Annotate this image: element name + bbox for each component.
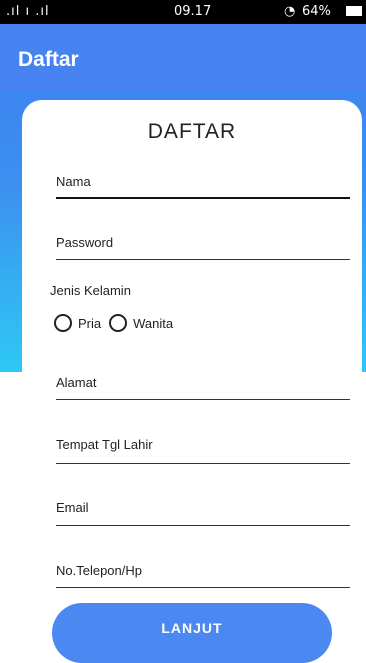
alamat-field[interactable]: Alamat (56, 375, 350, 400)
email-placeholder: Email (56, 500, 89, 515)
nama-field[interactable]: Nama (56, 174, 350, 199)
password-placeholder: Password (56, 235, 114, 250)
tempat-tgl-lahir-placeholder: Tempat Tgl Lahir (56, 437, 153, 452)
form-heading: DAFTAR (147, 120, 237, 143)
alarm-icon: ◔ (284, 4, 296, 19)
alamat-placeholder: Alamat (56, 375, 97, 390)
email-underline (56, 525, 350, 526)
register-card: DAFTAR Nama Password Jenis Kelamin Pria … (22, 100, 362, 663)
lanjut-button[interactable]: LANJUT (52, 603, 332, 663)
radio-pria-label[interactable]: Pria (78, 316, 101, 331)
email-field[interactable]: Email (56, 500, 350, 526)
radio-wanita-label[interactable]: Wanita (133, 316, 173, 331)
nama-underline (56, 197, 350, 199)
tempat-tgl-lahir-field[interactable]: Tempat Tgl Lahir (56, 437, 350, 464)
telepon-placeholder: No.Telepon/Hp (56, 563, 142, 578)
alamat-underline (56, 399, 350, 400)
battery-percent: 64% (302, 4, 331, 19)
signal-icon: .ıl ı .ıl (6, 4, 50, 19)
radio-wanita[interactable] (109, 314, 128, 332)
gender-label: Jenis Kelamin (50, 283, 131, 298)
password-underline (56, 259, 350, 260)
status-bar: .ıl ı .ıl 09.17 ◔ 64% (0, 0, 366, 24)
radio-pria[interactable] (54, 314, 72, 332)
password-field[interactable]: Password (56, 235, 350, 260)
tempat-tgl-lahir-underline (56, 463, 350, 464)
gender-radio-group: Pria Wanita (54, 314, 181, 332)
telepon-field[interactable]: No.Telepon/Hp (56, 563, 350, 588)
app-bar-title: Daftar (18, 48, 79, 71)
status-time: 09.17 (174, 4, 212, 19)
telepon-underline (56, 587, 350, 588)
app-bar: Daftar (0, 24, 366, 92)
battery-icon (346, 6, 362, 16)
nama-placeholder: Nama (56, 174, 91, 189)
